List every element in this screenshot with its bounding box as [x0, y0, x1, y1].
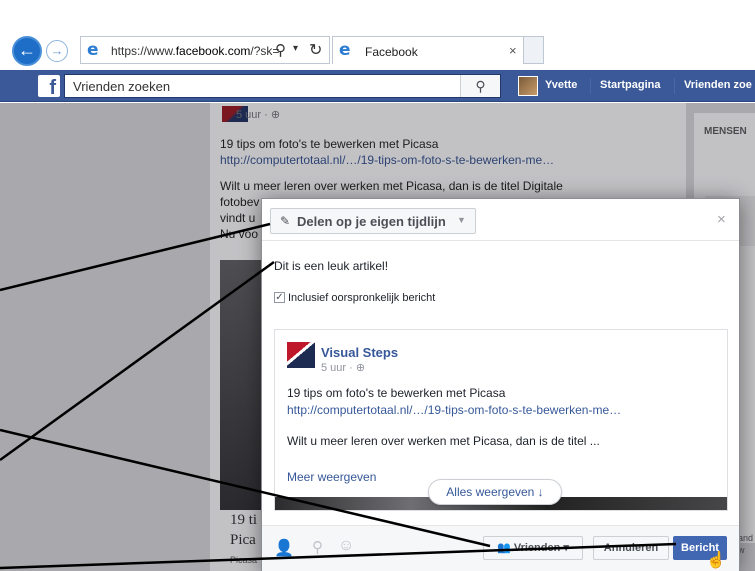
show-all-button[interactable]: Alles weergeven ↓: [428, 479, 562, 505]
chevron-down-icon: ▼: [457, 215, 466, 225]
sidebar-heading: MENSEN: [704, 126, 747, 137]
address-bar[interactable]: e https://www.facebook.com/?sk= ⚲ ▾ ↻: [80, 36, 330, 64]
chevron-down-icon: ▾: [560, 542, 569, 554]
browser-chrome: ← → e https://www.facebook.com/?sk= ⚲ ▾ …: [0, 0, 755, 68]
share-dialog-footer: 👤 ⚲ ☺ 👥 Vrienden ▾ Annuleren Bericht: [262, 525, 739, 571]
pencil-icon: ✎: [280, 214, 291, 228]
post-text-line: Wilt u meer leren over werken met Picasa…: [220, 179, 563, 193]
facebook-search-value: Vrienden zoeken: [73, 79, 171, 94]
facebook-logo-icon[interactable]: f: [38, 75, 60, 97]
ie-logo-icon: e: [339, 40, 351, 60]
arrow-right-icon: →: [50, 43, 64, 58]
facebook-search-button[interactable]: ⚲: [460, 75, 500, 97]
close-icon[interactable]: ×: [717, 211, 726, 228]
link-preview-source: Picasa: [230, 555, 258, 565]
shared-post-title: 19 tips om foto's te bewerken met Picasa: [287, 386, 506, 400]
share-dialog-header: ✎ Delen op je eigen tijdlijn ▼ ×: [262, 199, 739, 241]
visual-steps-logo: [287, 342, 315, 368]
facebook-search-input[interactable]: Vrienden zoeken ⚲: [64, 74, 501, 98]
share-target-dropdown[interactable]: ✎ Delen op je eigen tijdlijn ▼: [270, 208, 476, 234]
include-original-option[interactable]: ✓ Inclusief oorspronkelijk bericht: [274, 292, 574, 306]
post-time: 5 uur · ⊕: [236, 109, 281, 121]
post-title: 19 tips om foto's te bewerken met Picasa: [220, 137, 439, 151]
browser-title-band: [0, 0, 755, 34]
shared-page-name[interactable]: Visual Steps: [321, 345, 398, 360]
share-message-input[interactable]: Dit is een leuk artikel!: [274, 259, 388, 273]
shared-post-time: 5 uur · ⊕: [321, 362, 366, 374]
back-button[interactable]: ←: [12, 36, 42, 66]
ie-logo-icon: e: [87, 40, 99, 60]
shared-post-link[interactable]: http://computertotaal.nl/…/19-tips-om-fo…: [287, 403, 621, 417]
find-friends-link[interactable]: Vrienden zoe: [684, 79, 752, 91]
tag-friends-icon[interactable]: 👤: [274, 538, 294, 558]
audience-selector[interactable]: 👥 Vrienden ▾: [483, 536, 583, 560]
profile-link[interactable]: Yvette: [545, 79, 577, 91]
screenshot-stage: ← → e https://www.facebook.com/?sk= ⚲ ▾ …: [0, 0, 755, 571]
tab-facebook[interactable]: e Facebook ×: [332, 36, 524, 64]
post-image: [220, 260, 264, 510]
sidebar-snippet: and w: [738, 533, 754, 555]
link-preview-title: 19 ti Pica: [230, 510, 257, 550]
link-preview-title-line: Pica: [230, 532, 256, 548]
arrow-left-icon: ←: [18, 40, 36, 60]
show-more-link[interactable]: Meer weergeven: [287, 470, 376, 484]
url-prefix: https://www.: [111, 44, 176, 58]
url-domain: facebook.com: [175, 44, 251, 58]
search-icon: ⚲: [475, 78, 486, 94]
post-link[interactable]: http://computertotaal.nl/…/19-tips-om-fo…: [220, 153, 554, 167]
avatar[interactable]: [518, 76, 538, 96]
divider: [674, 78, 675, 94]
hand-cursor-icon: ☝: [706, 552, 726, 569]
facebook-top-bar: f Vrienden zoeken ⚲ Yvette Startpagina V…: [0, 70, 755, 102]
refresh-icon[interactable]: ↻: [309, 40, 322, 60]
smiley-icon[interactable]: ☺: [338, 537, 354, 555]
cancel-button[interactable]: Annuleren: [593, 536, 669, 560]
chevron-down-icon[interactable]: ▾: [293, 43, 298, 54]
home-link[interactable]: Startpagina: [600, 79, 661, 91]
tab-title: Facebook: [365, 45, 418, 59]
audience-label: Vrienden: [513, 542, 561, 554]
search-icon[interactable]: ⚲: [275, 41, 286, 59]
url-text[interactable]: https://www.facebook.com/?sk=: [111, 44, 279, 58]
share-dialog: ✎ Delen op je eigen tijdlijn ▼ × Dit is …: [261, 198, 740, 571]
include-original-label: Inclusief oorspronkelijk bericht: [288, 292, 436, 304]
new-tab-button[interactable]: [524, 36, 544, 64]
tab-close-icon[interactable]: ×: [509, 43, 517, 58]
divider: [590, 78, 591, 94]
location-pin-icon[interactable]: ⚲: [312, 538, 323, 556]
link-preview-title-line: 19 ti: [230, 512, 258, 528]
friends-icon: 👥: [497, 542, 514, 554]
share-target-label: Delen op je eigen tijdlijn: [297, 214, 446, 229]
shared-post-description: Wilt u meer leren over werken met Picasa…: [287, 434, 600, 448]
include-original-checkbox[interactable]: ✓: [274, 292, 285, 303]
forward-button[interactable]: →: [46, 40, 68, 62]
